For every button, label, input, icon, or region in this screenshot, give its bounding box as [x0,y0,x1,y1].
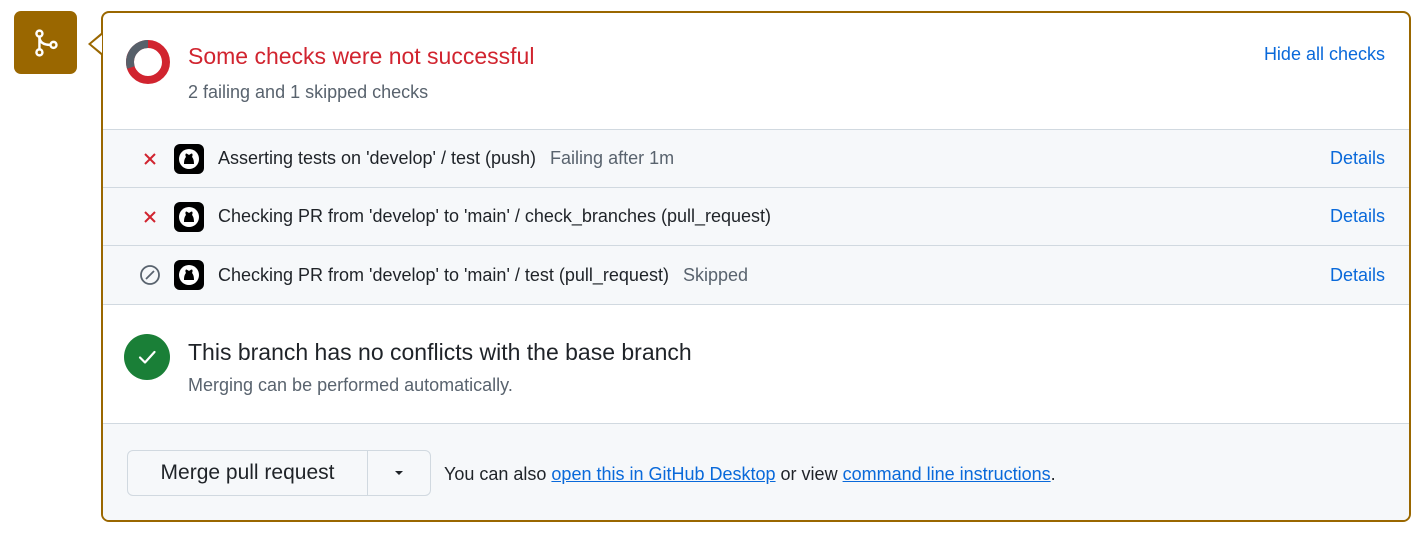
merge-button-group: Merge pull request [127,450,431,496]
merge-pull-request-button[interactable]: Merge pull request [128,451,368,495]
command-line-instructions-link[interactable]: command line instructions [843,464,1051,484]
x-icon [139,148,161,170]
check-name: Asserting tests on 'develop' / test (pus… [218,148,675,168]
merge-help-text: You can also open this in GitHub Desktop… [444,464,1056,484]
success-check-icon [124,334,170,380]
details-link[interactable]: Details [1330,265,1385,286]
x-icon [139,206,161,228]
caret-down-icon [395,471,403,475]
hide-all-checks-link[interactable]: Hide all checks [1264,44,1385,65]
check-name: Checking PR from 'develop' to 'main' / t… [218,264,749,285]
checks-title: Some checks were not successful [188,43,535,69]
panel-pointer-fill [91,35,102,53]
merge-footer: Merge pull request You can also open thi… [103,423,1409,520]
skip-icon [139,264,161,286]
check-state: Skipped [682,264,749,285]
check-row: Asserting tests on 'develop' / test (pus… [103,129,1409,187]
github-desktop-link[interactable]: open this in GitHub Desktop [551,464,775,484]
check-row: Checking PR from 'develop' to 'main' / c… [103,187,1409,245]
details-link[interactable]: Details [1330,206,1385,227]
conflicts-subtitle: Merging can be performed automatically. [188,375,513,395]
check-row: Checking PR from 'develop' to 'main' / t… [103,245,1409,305]
git-merge-icon [14,11,77,74]
checks-list: Asserting tests on 'develop' / test (pus… [103,129,1409,305]
checks-donut-icon [126,40,170,84]
check-name: Checking PR from 'develop' to 'main' / c… [218,206,772,226]
merge-options-dropdown[interactable] [368,451,430,495]
github-logo-icon [174,201,204,232]
details-link[interactable]: Details [1330,148,1385,169]
check-state: Failing after 1m [550,148,675,168]
conflicts-title: This branch has no conflicts with the ba… [188,339,692,365]
github-logo-icon [174,143,204,174]
checks-summary: Some checks were not successful 2 failin… [103,13,1409,129]
checks-subtitle: 2 failing and 1 skipped checks [188,82,429,102]
github-logo-icon [174,260,204,290]
merge-box: Some checks were not successful 2 failin… [101,11,1411,522]
